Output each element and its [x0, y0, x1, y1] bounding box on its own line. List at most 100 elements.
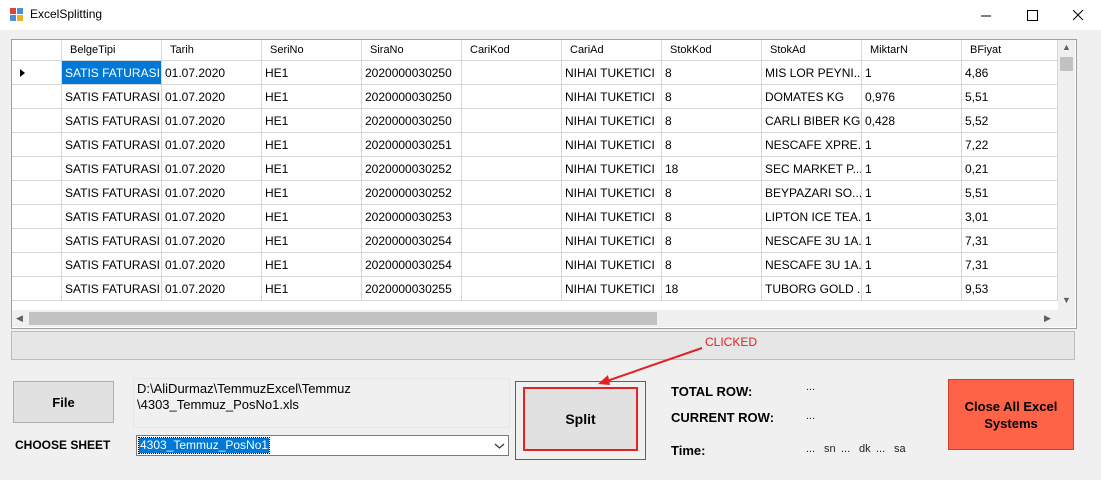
table-cell[interactable]: HE1 — [262, 229, 362, 253]
table-cell[interactable] — [462, 181, 562, 205]
vertical-scrollbar[interactable]: ▲ ▼ — [1058, 40, 1075, 310]
scroll-up-icon[interactable]: ▲ — [1062, 42, 1071, 52]
table-cell[interactable]: 01.07.2020 — [162, 205, 262, 229]
table-cell[interactable]: 2020000030255 — [362, 277, 462, 301]
table-cell[interactable]: 01.07.2020 — [162, 181, 262, 205]
table-cell[interactable]: NIHAI TUKETICI — [562, 133, 662, 157]
table-cell[interactable]: 4,86 — [962, 61, 1058, 85]
close-window-button[interactable] — [1055, 0, 1101, 30]
table-cell[interactable]: SATIS FATURASI — [62, 157, 162, 181]
data-grid[interactable]: BelgeTipi Tarih SeriNo SiraNo CariKod CariAd S… — [11, 39, 1077, 329]
table-cell[interactable]: NIHAI TUKETICI — [562, 229, 662, 253]
chevron-down-icon[interactable] — [494, 438, 505, 453]
table-cell[interactable]: NIHAI TUKETICI — [562, 61, 662, 85]
table-cell[interactable]: 18 — [662, 157, 762, 181]
table-cell[interactable]: 8 — [662, 109, 762, 133]
table-cell[interactable] — [462, 157, 562, 181]
table-cell[interactable]: 1 — [862, 205, 962, 229]
table-cell[interactable]: HE1 — [262, 277, 362, 301]
table-cell[interactable]: 3,01 — [962, 205, 1058, 229]
table-cell[interactable]: 01.07.2020 — [162, 85, 262, 109]
column-header[interactable]: SiraNo — [362, 40, 462, 61]
split-button[interactable]: Split — [523, 387, 638, 451]
table-cell[interactable]: BEYPAZARI SO... — [762, 181, 862, 205]
table-cell[interactable]: 7,31 — [962, 253, 1058, 277]
table-cell[interactable] — [462, 229, 562, 253]
table-cell[interactable]: SATIS FATURASI — [62, 205, 162, 229]
column-header[interactable]: MiktarN — [862, 40, 962, 61]
table-cell[interactable]: 01.07.2020 — [162, 61, 262, 85]
table-cell[interactable]: 2020000030250 — [362, 109, 462, 133]
table-cell[interactable]: 1 — [862, 229, 962, 253]
table-cell[interactable] — [462, 61, 562, 85]
column-header[interactable]: Tarih — [162, 40, 262, 61]
table-cell[interactable]: 2020000030254 — [362, 253, 462, 277]
table-cell[interactable]: SATIS FATURASI — [62, 85, 162, 109]
table-cell[interactable]: SATIS FATURASI — [62, 109, 162, 133]
row-header[interactable] — [12, 85, 62, 109]
table-cell[interactable]: HE1 — [262, 85, 362, 109]
table-cell[interactable]: HE1 — [262, 157, 362, 181]
table-cell[interactable]: 2020000030252 — [362, 181, 462, 205]
table-cell[interactable]: 2020000030250 — [362, 61, 462, 85]
table-cell[interactable]: 1 — [862, 157, 962, 181]
table-cell[interactable] — [462, 133, 562, 157]
table-cell[interactable]: SATIS FATURASI — [62, 277, 162, 301]
table-cell[interactable]: 7,31 — [962, 229, 1058, 253]
row-header[interactable] — [12, 61, 62, 85]
table-cell[interactable]: SATIS FATURASI — [62, 253, 162, 277]
vertical-scroll-thumb[interactable] — [1060, 57, 1073, 71]
table-cell[interactable]: 8 — [662, 133, 762, 157]
row-header[interactable] — [12, 157, 62, 181]
table-cell[interactable]: HE1 — [262, 61, 362, 85]
table-cell[interactable]: 7,22 — [962, 133, 1058, 157]
table-cell[interactable]: NIHAI TUKETICI — [562, 85, 662, 109]
column-header[interactable]: StokAd — [762, 40, 862, 61]
table-cell[interactable]: 1 — [862, 61, 962, 85]
table-cell[interactable]: 8 — [662, 85, 762, 109]
table-cell[interactable]: NIHAI TUKETICI — [562, 205, 662, 229]
sheet-select[interactable]: 4303_Temmuz_PosNo1 — [136, 435, 509, 456]
table-cell[interactable]: 8 — [662, 229, 762, 253]
table-row[interactable]: SATIS FATURASI 01.07.2020 HE1 2020000030254… — [12, 253, 1058, 277]
table-cell[interactable]: 1 — [862, 277, 962, 301]
horizontal-scroll-thumb[interactable] — [29, 312, 657, 325]
scroll-left-icon[interactable]: ◀ — [16, 313, 23, 324]
file-button[interactable]: File — [13, 381, 114, 423]
table-cell[interactable]: 2020000030250 — [362, 85, 462, 109]
table-cell[interactable]: NESCAFE 3U 1A... — [762, 229, 862, 253]
table-cell[interactable]: NESCAFE 3U 1A... — [762, 253, 862, 277]
column-header[interactable]: CariKod — [462, 40, 562, 61]
table-cell[interactable]: NIHAI TUKETICI — [562, 157, 662, 181]
table-cell[interactable]: DOMATES KG — [762, 85, 862, 109]
row-header[interactable] — [12, 205, 62, 229]
table-cell[interactable]: 2020000030251 — [362, 133, 462, 157]
table-cell[interactable]: NIHAI TUKETICI — [562, 181, 662, 205]
table-cell[interactable]: 5,51 — [962, 181, 1058, 205]
table-cell[interactable] — [462, 277, 562, 301]
column-header[interactable]: StokKod — [662, 40, 762, 61]
table-cell[interactable]: LIPTON ICE TEA... — [762, 205, 862, 229]
scroll-down-icon[interactable]: ▼ — [1062, 295, 1071, 305]
row-header[interactable] — [12, 229, 62, 253]
table-cell[interactable]: SEC MARKET P... — [762, 157, 862, 181]
table-cell[interactable]: 9,53 — [962, 277, 1058, 301]
table-cell[interactable]: 1 — [862, 133, 962, 157]
row-header[interactable] — [12, 277, 62, 301]
table-cell[interactable]: 2020000030253 — [362, 205, 462, 229]
table-cell[interactable]: 01.07.2020 — [162, 109, 262, 133]
row-header[interactable] — [12, 133, 62, 157]
table-row[interactable]: SATIS FATURASI 01.07.2020 HE1 2020000030253… — [12, 205, 1058, 229]
table-cell[interactable]: 0,428 — [862, 109, 962, 133]
row-header[interactable] — [12, 181, 62, 205]
table-cell[interactable]: 8 — [662, 61, 762, 85]
table-row[interactable]: SATIS FATURASI 01.07.2020 HE1 2020000030251… — [12, 133, 1058, 157]
table-row[interactable]: SATIS FATURASI 01.07.2020 HE1 2020000030252… — [12, 181, 1058, 205]
table-cell[interactable]: 5,52 — [962, 109, 1058, 133]
table-row[interactable]: SATIS FATURASI 01.07.2020 HE1 2020000030250… — [12, 61, 1058, 85]
table-cell[interactable]: 8 — [662, 253, 762, 277]
table-cell[interactable]: TUBORG GOLD ... — [762, 277, 862, 301]
table-cell[interactable]: 01.07.2020 — [162, 277, 262, 301]
table-cell[interactable]: 5,51 — [962, 85, 1058, 109]
table-row[interactable]: SATIS FATURASI 01.07.2020 HE1 2020000030254… — [12, 229, 1058, 253]
